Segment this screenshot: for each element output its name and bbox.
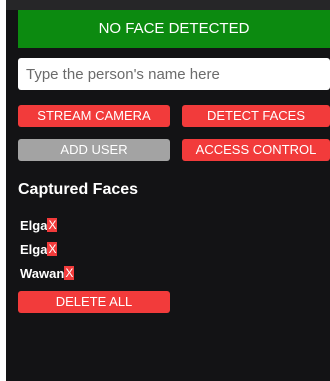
- app-screen: NO FACE DETECTED STREAM CAMERA DETECT FA…: [6, 0, 330, 381]
- add-user-button[interactable]: ADD USER: [18, 139, 170, 161]
- face-name: Elga: [20, 241, 48, 257]
- stream-camera-button[interactable]: STREAM CAMERA: [18, 105, 170, 127]
- remove-face-button[interactable]: X: [47, 218, 58, 232]
- person-name-input[interactable]: [18, 58, 330, 90]
- face-name: Wawan: [20, 265, 65, 281]
- remove-face-button[interactable]: X: [64, 266, 75, 280]
- face-list-item: Wawan X: [20, 261, 75, 285]
- face-name: Elga: [20, 217, 48, 233]
- header-strip: [6, 0, 330, 10]
- access-control-button[interactable]: ACCESS CONTROL: [182, 139, 330, 161]
- captured-faces-list: Elga X Elga X Wawan X: [20, 213, 75, 285]
- delete-all-button[interactable]: DELETE ALL: [18, 291, 170, 313]
- status-banner: NO FACE DETECTED: [18, 10, 330, 48]
- remove-face-button[interactable]: X: [47, 242, 58, 256]
- captured-faces-title: Captured Faces: [18, 181, 139, 198]
- face-list-item: Elga X: [20, 213, 74, 237]
- detect-faces-button[interactable]: DETECT FACES: [182, 105, 330, 127]
- face-list-item: Elga X: [20, 237, 74, 261]
